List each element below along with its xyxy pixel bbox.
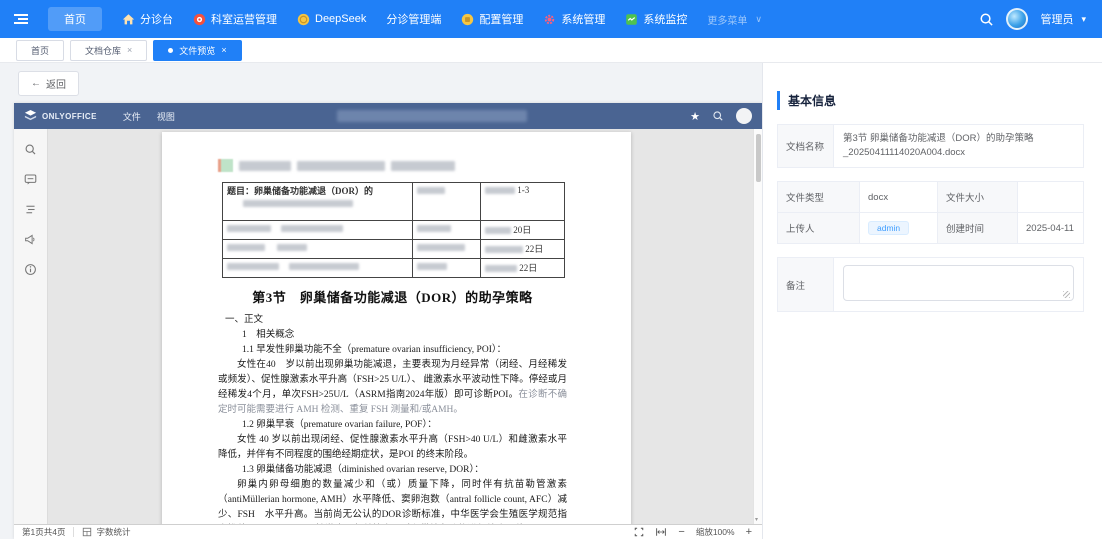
panel-title: 基本信息: [777, 91, 1084, 110]
remark-row: 备注: [777, 257, 1084, 312]
gear-icon: [543, 13, 556, 26]
doc-name-value: 第3节 卵巢储备功能减退（DOR）的助孕策略_20250411114020A00…: [834, 125, 1083, 167]
document-info-table: 题目：卵巢储备功能减退（DOR）的 1-3 20日: [222, 182, 565, 278]
tab-home[interactable]: 首页: [16, 40, 64, 61]
uploader-badge: admin: [868, 221, 909, 235]
tab-bar: 首页 文档仓库 × 文件预览 ×: [0, 38, 1102, 63]
back-button[interactable]: ← 返回: [18, 71, 79, 96]
oo-menu-view[interactable]: 视图: [157, 110, 175, 123]
doc-name-row: 文档名称 第3节 卵巢储备功能减退（DOR）的助孕策略_202504111140…: [777, 124, 1084, 168]
nav-item-deepseek[interactable]: DeepSeek: [297, 13, 366, 26]
nav-item-dept-ops[interactable]: 科室运营管理: [193, 11, 277, 27]
redacted-header-line: [218, 159, 567, 172]
document-scrollbar[interactable]: ▾: [753, 129, 762, 524]
chevron-down-icon: ∨: [755, 14, 762, 25]
active-dot: [168, 48, 173, 53]
home-icon: [122, 13, 135, 26]
onlyoffice-brand: ONLYOFFICE: [24, 110, 97, 122]
oo-feedback-icon[interactable]: [24, 233, 37, 246]
arrow-left-icon: ←: [31, 78, 41, 89]
document-title-redacted: [337, 110, 527, 122]
file-type-value: docx: [860, 182, 938, 213]
oo-status-bar: 第1页共4页 字数统计 − 缩放100% +: [14, 524, 762, 539]
oo-search-icon[interactable]: [712, 110, 724, 122]
fit-page-icon[interactable]: [634, 527, 644, 537]
scrollbar-thumb[interactable]: [756, 134, 761, 182]
oo-search-panel-icon[interactable]: [24, 143, 37, 156]
oo-left-toolbar: [14, 129, 48, 524]
created-value: 2025-04-11: [1018, 213, 1083, 243]
document-canvas[interactable]: 题目：卵巢储备功能减退（DOR）的 1-3 20日: [48, 129, 762, 524]
zoom-in-button[interactable]: +: [746, 527, 752, 538]
oo-menu-file[interactable]: 文件: [123, 110, 141, 123]
basic-info-panel: 基本信息 文档名称 第3节 卵巢储备功能减退（DOR）的助孕策略_2025041…: [762, 63, 1102, 539]
uploader-label: 上传人: [778, 213, 860, 243]
doc-table-title: 题目：卵巢储备功能减退（DOR）的: [227, 185, 408, 198]
deepseek-icon: [297, 13, 310, 26]
scroll-down-icon[interactable]: ▾: [755, 516, 758, 523]
caret-down-icon: ▾: [1081, 14, 1086, 25]
onlyoffice-header: ONLYOFFICE 文件 视图 ★: [14, 103, 762, 129]
file-type-label: 文件类型: [778, 182, 860, 213]
nav-item-config-mgmt[interactable]: 配置管理: [461, 11, 523, 27]
close-icon[interactable]: ×: [221, 45, 226, 55]
document-body: 一、正文 1 相关概念 1.1 早发性卵巢功能不全（premature ovar…: [218, 313, 567, 524]
oo-comments-icon[interactable]: [24, 173, 37, 186]
nav-item-system-monitor[interactable]: 系统监控: [625, 11, 687, 27]
remark-label: 备注: [778, 258, 834, 311]
oo-about-icon[interactable]: [24, 263, 37, 276]
onlyoffice-viewer: ONLYOFFICE 文件 视图 ★: [14, 103, 762, 539]
config-icon: [461, 13, 474, 26]
user-menu[interactable]: 管理员 ▾: [1040, 11, 1086, 27]
file-meta-table: 文件类型 docx 文件大小 上传人 admin 创建时间 2025-04-11: [777, 181, 1084, 244]
monitor-icon: [625, 13, 638, 26]
word-count-button[interactable]: 字数统计: [82, 526, 130, 538]
onlyoffice-logo-icon: [24, 110, 37, 122]
document-heading: 第3节 卵巢储备功能减退（DOR）的助孕策略: [218, 287, 567, 306]
zoom-level[interactable]: 缩放100%: [696, 526, 735, 538]
tab-file-preview[interactable]: 文件预览 ×: [153, 40, 241, 61]
oo-user-avatar[interactable]: [736, 108, 752, 124]
nav-item-triage-desk[interactable]: 分诊台: [122, 11, 173, 27]
oo-headings-icon[interactable]: [24, 203, 37, 216]
word-count-icon: [82, 527, 92, 537]
close-icon[interactable]: ×: [127, 45, 132, 55]
fit-width-icon[interactable]: [655, 527, 667, 537]
nav-item-more-menus[interactable]: 更多菜单 ∨: [707, 12, 762, 27]
nav-item-triage-mgmt[interactable]: 分诊管理端: [386, 11, 441, 27]
created-label: 创建时间: [938, 213, 1018, 243]
doc-name-label: 文档名称: [778, 125, 834, 167]
favorite-star-icon[interactable]: ★: [690, 110, 700, 123]
search-icon[interactable]: [979, 12, 994, 27]
nav-home-button[interactable]: 首页: [48, 7, 102, 31]
document-page: 题目：卵巢储备功能减退（DOR）的 1-3 20日: [162, 132, 631, 524]
tab-doc-warehouse[interactable]: 文档仓库 ×: [70, 40, 147, 61]
user-avatar[interactable]: [1006, 8, 1028, 30]
top-navbar: 首页 分诊台 科室运营管理 DeepSeek 分诊管理端 配置管理 系统管理 系…: [0, 0, 1102, 38]
zoom-out-button[interactable]: −: [678, 527, 684, 538]
page-indicator: 第1页共4页: [22, 526, 65, 538]
remark-textarea[interactable]: [843, 265, 1074, 301]
department-ops-icon: [193, 13, 206, 26]
file-size-label: 文件大小: [938, 182, 1018, 213]
menu-fold-icon[interactable]: [14, 14, 28, 24]
file-size-value: [1018, 182, 1083, 213]
nav-item-system-mgmt[interactable]: 系统管理: [543, 11, 605, 27]
